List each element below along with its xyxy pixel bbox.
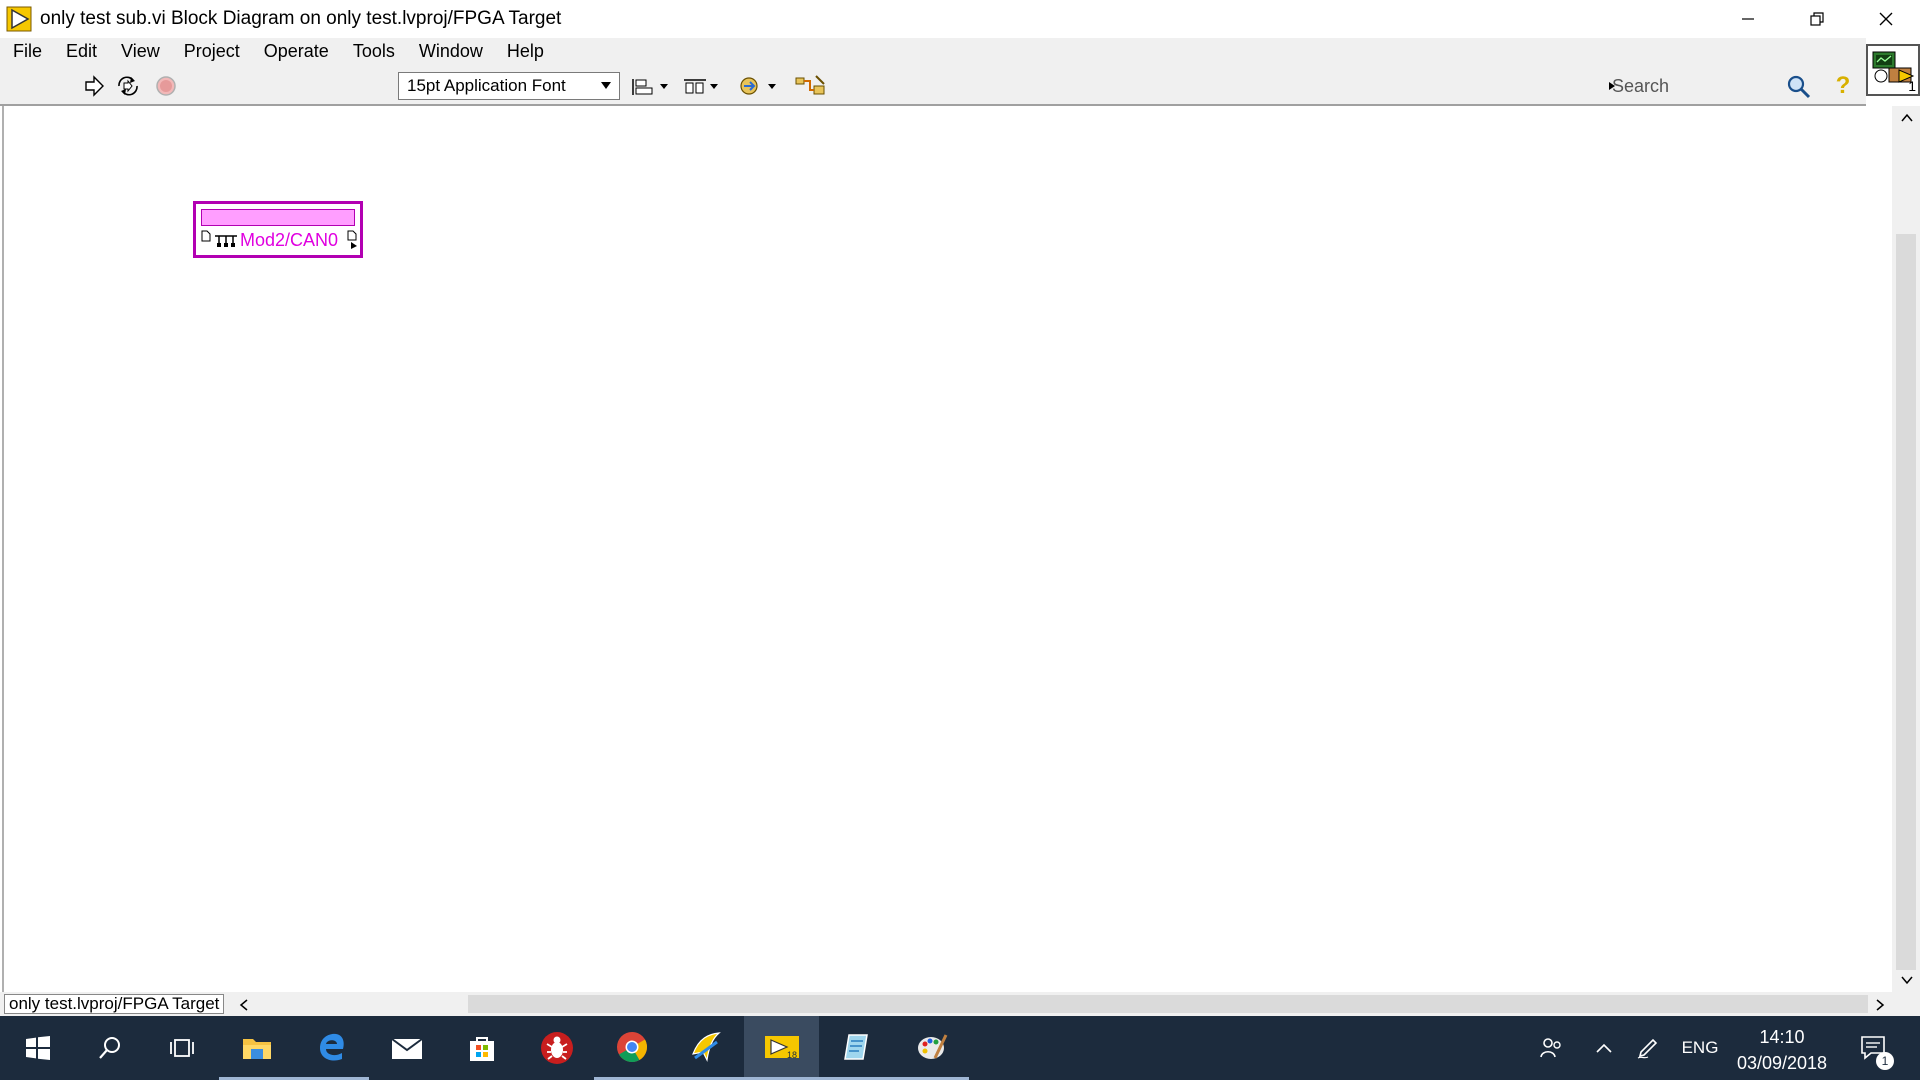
menu-operate[interactable]: Operate: [252, 38, 341, 64]
clean-up-diagram-button[interactable]: [794, 74, 828, 98]
menu-project[interactable]: Project: [172, 38, 252, 64]
taskbar-edge[interactable]: [294, 1016, 369, 1080]
minimize-button[interactable]: [1713, 0, 1782, 38]
taskbar-file-explorer[interactable]: [219, 1016, 294, 1080]
input-language[interactable]: ENG: [1672, 1016, 1728, 1080]
pen-icon: [1637, 1038, 1658, 1059]
fpga-io-node[interactable]: Mod2/CAN0: [193, 201, 363, 258]
menu-edit[interactable]: Edit: [54, 38, 109, 64]
scroll-right-icon[interactable]: [1874, 998, 1886, 1012]
font-select-value: 15pt Application Font: [407, 76, 566, 95]
taskbar-search-button[interactable]: [72, 1016, 147, 1080]
vertical-scrollbar[interactable]: [1892, 106, 1920, 992]
vertical-scroll-thumb[interactable]: [1896, 234, 1916, 970]
taskbar-clock[interactable]: 14:10 03/09/2018: [1728, 1024, 1836, 1076]
edge-browser-icon: [319, 1033, 344, 1061]
fpga-io-node-header: [201, 209, 355, 226]
people-icon: [1540, 1038, 1561, 1058]
task-view-icon: [169, 1039, 194, 1057]
taskbar: 18 ENG 14:10 03/09/2018 1: [0, 1016, 1920, 1080]
run-continuously-button[interactable]: [114, 74, 142, 98]
people-button[interactable]: [1532, 1016, 1572, 1080]
reorder-button[interactable]: [738, 74, 780, 98]
window-title: only test sub.vi Block Diagram on only t…: [40, 8, 562, 29]
taskbar-labview[interactable]: 18: [744, 1016, 819, 1080]
run-continuously-icon: [118, 76, 138, 96]
font-select[interactable]: 15pt Application Font: [398, 72, 620, 100]
menu-bar: File Edit View Project Operate Tools Win…: [0, 38, 1866, 64]
start-button[interactable]: [0, 1016, 75, 1080]
node-right-terminal-icon: [347, 230, 357, 249]
menu-help[interactable]: Help: [495, 38, 556, 64]
dropdown-arrow-icon: [601, 82, 611, 89]
window-controls: [1713, 0, 1920, 38]
chrome-browser-icon: [616, 1031, 647, 1062]
close-icon: [1879, 12, 1892, 26]
taskbar-chrome[interactable]: [594, 1016, 669, 1080]
abort-button[interactable]: [154, 74, 178, 98]
notification-count: 1: [1876, 1052, 1894, 1070]
fpga-io-node-label: Mod2/CAN0: [240, 230, 339, 250]
menu-file[interactable]: File: [0, 38, 54, 64]
scroll-left-icon[interactable]: [238, 998, 250, 1012]
can-network-icon: [215, 235, 237, 247]
horizontal-scrollbar: only test.lvproj/FPGA Target: [0, 992, 1920, 1016]
toolbar: 15pt Application Font ?: [0, 64, 1866, 106]
reorder-icon: [740, 77, 776, 95]
windows-logo-icon: [25, 1036, 50, 1060]
distribute-objects-icon: [684, 79, 718, 94]
scroll-up-icon[interactable]: [1900, 112, 1914, 124]
search-box: [1610, 72, 1811, 100]
restore-button[interactable]: [1782, 0, 1851, 38]
align-objects-icon: [632, 79, 668, 95]
clock-time: 14:10: [1759, 1027, 1805, 1047]
taskbar-paint[interactable]: [894, 1016, 969, 1080]
search-icon[interactable]: [1786, 74, 1812, 100]
target-label: only test.lvproj/FPGA Target: [4, 994, 225, 1014]
search-icon: [98, 1037, 120, 1059]
show-hidden-icons-button[interactable]: [1588, 1016, 1620, 1080]
menu-window[interactable]: Window: [407, 38, 495, 64]
title-bar[interactable]: only test sub.vi Block Diagram on only t…: [0, 0, 1920, 38]
scroll-down-icon[interactable]: [1900, 974, 1914, 986]
labview-app-icon: [6, 6, 32, 32]
run-arrow-icon: [85, 75, 104, 97]
bug-icon: [540, 1032, 573, 1064]
distribute-objects-button[interactable]: [682, 74, 722, 98]
run-button[interactable]: [82, 74, 106, 98]
menu-tools[interactable]: Tools: [341, 38, 407, 64]
restore-icon: [1809, 12, 1824, 26]
clean-up-diagram-icon: [795, 75, 825, 95]
clock-date: 03/09/2018: [1736, 1053, 1828, 1073]
mail-icon: [390, 1038, 423, 1059]
chevron-up-icon: [1596, 1043, 1612, 1053]
vi-icon[interactable]: 1: [1866, 44, 1920, 96]
taskbar-mail[interactable]: [369, 1016, 444, 1080]
paint-palette-icon: [917, 1033, 947, 1059]
taskbar-editor[interactable]: [819, 1016, 894, 1080]
help-icon: ?: [1835, 72, 1851, 99]
menu-view[interactable]: View: [109, 38, 172, 64]
taskbar-debug-tool[interactable]: [519, 1016, 594, 1080]
horizontal-scroll-thumb[interactable]: [468, 995, 1868, 1013]
task-view-button[interactable]: [144, 1016, 219, 1080]
taskbar-store[interactable]: [444, 1016, 519, 1080]
action-center-button[interactable]: 1: [1850, 1016, 1898, 1080]
minimize-icon: [1741, 18, 1754, 20]
labview-project-icon: [691, 1031, 721, 1062]
taskbar-labview-project[interactable]: [669, 1016, 744, 1080]
labview-version-badge: 18: [787, 1050, 798, 1060]
folder-icon: [242, 1038, 271, 1059]
search-input[interactable]: [1610, 74, 1760, 98]
vi-icon-badge: 1: [1908, 78, 1916, 94]
node-left-terminal-icon: [201, 230, 211, 242]
stop-icon: [156, 76, 176, 96]
notepad-icon: [843, 1033, 868, 1060]
pen-workspace-button[interactable]: [1632, 1016, 1664, 1080]
store-bag-icon: [469, 1037, 494, 1061]
context-help-button[interactable]: ?: [1832, 72, 1854, 99]
align-objects-button[interactable]: [630, 74, 670, 98]
close-button[interactable]: [1851, 0, 1920, 38]
